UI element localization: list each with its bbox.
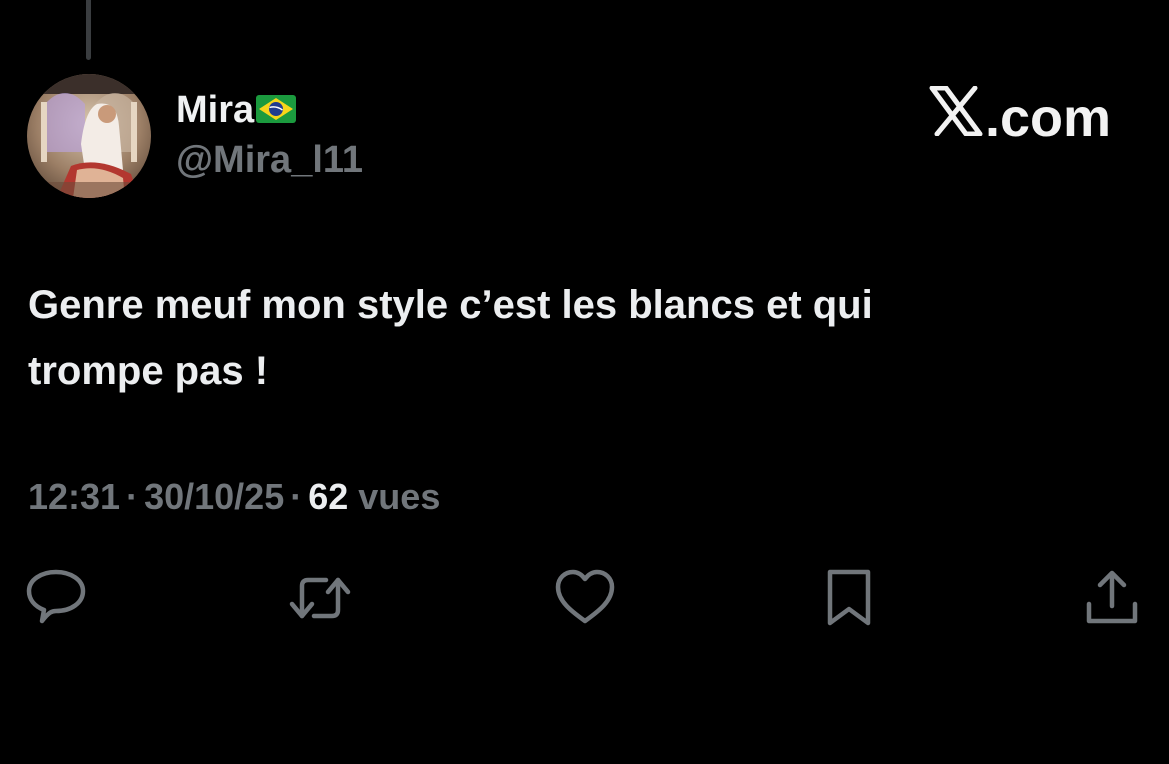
reply-icon (26, 569, 86, 624)
post-action-bar (0, 566, 1169, 630)
post-body: Genre meuf mon style c’est les blancs et… (28, 272, 1108, 404)
post-text-line: trompe pas ! (28, 349, 269, 393)
views-label: vues (358, 476, 441, 517)
like-button[interactable] (553, 566, 617, 630)
post-date[interactable]: 30/10/25 (144, 476, 284, 517)
x-logo-icon (929, 85, 983, 149)
views-count: 62 (308, 476, 349, 517)
meta-separator: · (290, 476, 303, 517)
brazil-flag-icon (256, 94, 297, 128)
post-time[interactable]: 12:31 (28, 476, 120, 517)
reply-button[interactable] (24, 566, 88, 630)
repost-button[interactable] (288, 566, 352, 630)
brand-domain-text: .com (984, 87, 1111, 148)
post-text-line: Genre meuf mon style c’est les blancs et… (28, 283, 873, 327)
brand-watermark: .com (929, 85, 1111, 149)
share-button[interactable] (1080, 566, 1144, 630)
bookmark-icon (827, 569, 871, 626)
avatar[interactable] (27, 74, 151, 198)
thread-connector-line (86, 0, 91, 60)
heart-icon (555, 569, 615, 624)
avatar-image (27, 74, 151, 198)
author-handle[interactable]: @Mira_l11 (176, 139, 363, 182)
repost-icon (289, 577, 351, 619)
bookmark-button[interactable] (817, 566, 881, 630)
author-display-name[interactable]: Mira (176, 89, 254, 132)
share-icon (1086, 570, 1138, 624)
meta-separator: · (126, 476, 139, 517)
post-metadata: 12:31 · 30/10/25 · 62 vues (28, 476, 440, 518)
author-name-row[interactable]: Mira (176, 88, 297, 132)
